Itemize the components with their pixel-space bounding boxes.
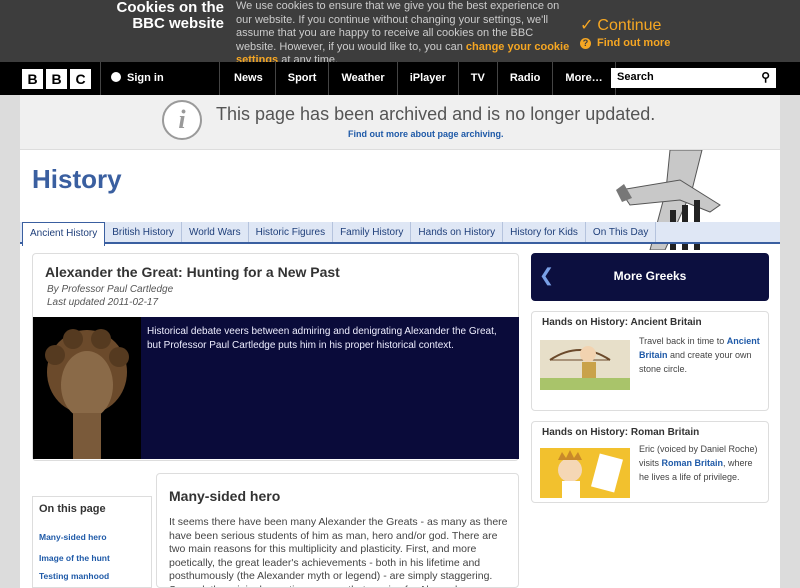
nav-iplayer[interactable]: iPlayer xyxy=(398,62,459,95)
tab-historic-figures[interactable]: Historic Figures xyxy=(249,222,334,242)
tab-history-for-kids[interactable]: History for Kids xyxy=(503,222,586,242)
nav-tv[interactable]: TV xyxy=(459,62,498,95)
archive-message: This page has been archived and is no lo… xyxy=(216,104,656,124)
more-greeks-title: More Greeks xyxy=(613,269,687,283)
article-header-card: Alexander the Great: Hunting for a New P… xyxy=(32,253,519,461)
search-icon[interactable]: ⚲ xyxy=(761,70,770,84)
article-summary: Historical debate veers between admiring… xyxy=(147,326,497,351)
toc-link-image-of-the-hunt[interactable]: Image of the hunt xyxy=(39,553,110,563)
tab-ancient-history[interactable]: Ancient History xyxy=(22,222,106,246)
question-icon: ? xyxy=(580,38,591,49)
checkmark-icon: ✓ xyxy=(580,17,594,34)
nav-weather[interactable]: Weather xyxy=(329,62,398,95)
toc-link-many-sided-hero[interactable]: Many-sided hero xyxy=(39,532,107,542)
page-content: History Ancient History British History … xyxy=(20,150,780,588)
archer-illustration xyxy=(540,340,630,390)
roman-britain-link[interactable]: Roman Britain xyxy=(662,458,724,468)
search-input[interactable]: Search ⚲ xyxy=(611,68,776,88)
promo-heading: Hands on History: Roman Britain xyxy=(542,427,700,438)
more-greeks-panel[interactable]: ❮ More Greeks xyxy=(531,253,769,301)
promo-text: Eric (voiced by Daniel Roche) visits Rom… xyxy=(639,444,758,482)
tab-family-history[interactable]: Family History xyxy=(333,222,412,242)
main-nav: News Sport Weather iPlayer TV Radio More… xyxy=(222,62,616,95)
find-out-more-link[interactable]: ? Find out more xyxy=(580,37,670,49)
nav-sport[interactable]: Sport xyxy=(276,62,330,95)
promo-ancient-britain[interactable]: Hands on History: Ancient Britain Travel… xyxy=(531,311,769,411)
section-body: It seems there have been many Alexander … xyxy=(169,516,508,587)
cookie-title: Cookies on the BBC website xyxy=(116,0,224,32)
info-icon: i xyxy=(162,100,202,140)
toc-link-testing-manhood[interactable]: Testing manhood xyxy=(39,571,109,581)
continue-button[interactable]: ✓ Continue xyxy=(580,15,661,35)
promo-roman-britain[interactable]: Hands on History: Roman Britain Eric (vo… xyxy=(531,421,769,503)
article-title: Alexander the Great: Hunting for a New P… xyxy=(45,264,340,280)
roman-illustration xyxy=(540,448,630,498)
tab-hands-on-history[interactable]: Hands on History xyxy=(411,222,504,242)
nav-news[interactable]: News xyxy=(222,62,276,95)
promo-text: Travel back in time to Ancient Britain a… xyxy=(639,336,760,374)
alexander-bust-image xyxy=(33,317,141,459)
on-this-page-heading: On this page xyxy=(39,503,106,515)
tab-british-history[interactable]: British History xyxy=(105,222,182,242)
nav-radio[interactable]: Radio xyxy=(498,62,554,95)
article-byline: By Professor Paul Cartledge xyxy=(47,284,174,295)
section-heading: Many-sided hero xyxy=(169,488,281,504)
section-tabs: Ancient History British History World Wa… xyxy=(20,222,780,246)
tab-world-wars[interactable]: World Wars xyxy=(182,222,249,242)
article-updated: Last updated 2011-02-17 xyxy=(47,297,159,308)
bbc-logo[interactable]: B B C xyxy=(22,69,91,89)
archive-notice: i This page has been archived and is no … xyxy=(20,95,780,150)
article-section: Many-sided hero It seems there have been… xyxy=(156,473,519,588)
article-hero: Historical debate veers between admiring… xyxy=(33,317,519,459)
promo-heading: Hands on History: Ancient Britain xyxy=(542,317,702,328)
on-this-page-box: On this page Many-sided hero Image of th… xyxy=(32,496,152,588)
tab-on-this-day[interactable]: On This Day xyxy=(586,222,657,242)
sign-in-link[interactable]: Sign in xyxy=(100,62,220,95)
archive-info-link[interactable]: Find out more about page archiving. xyxy=(348,129,504,139)
cookie-message: We use cookies to ensure that we give yo… xyxy=(236,0,570,66)
nav-more[interactable]: More… xyxy=(553,62,616,95)
cookie-banner: Cookies on the BBC website We use cookie… xyxy=(0,0,800,66)
section-title[interactable]: History xyxy=(32,164,122,195)
user-icon xyxy=(111,72,121,82)
